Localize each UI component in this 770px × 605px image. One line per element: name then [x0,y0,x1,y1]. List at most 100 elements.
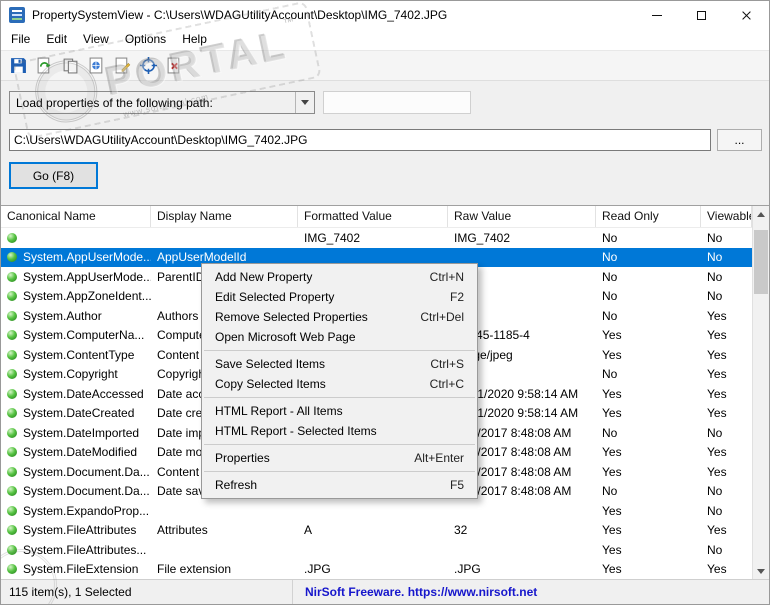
cell-read-only: No [602,367,618,382]
context-menu-item[interactable]: Refresh F5 [202,475,477,495]
target-icon[interactable] [137,55,159,77]
cell-canonical: System.DateModified [1,443,151,463]
menu-item-shortcut: Ctrl+N [429,270,464,284]
table-row[interactable]: System.FileAttributes... Yes No [1,540,752,560]
cell-viewable: No [707,269,723,284]
vertical-scrollbar[interactable] [752,206,769,580]
cell-canonical: System.DateAccessed [1,384,151,404]
save-icon[interactable] [7,55,29,77]
property-dot-icon [7,252,17,263]
column-header-raw-value[interactable]: Raw Value [448,206,596,227]
context-menu-item[interactable]: Add New Property Ctrl+N [202,267,477,287]
context-menu-item[interactable]: HTML Report - All Items [202,401,477,421]
menu-options[interactable]: Options [117,29,174,50]
table-row[interactable]: System.FileAttributes Attributes A 32 Yes Yes [1,521,752,541]
cell-canonical: System.ComputerNa... [1,326,151,346]
cell-text: System.AppUserMode... [23,269,151,284]
cell-text: System.AppUserMode... [23,250,151,265]
html-report-icon[interactable] [85,55,107,77]
cell-text: System.DateCreated [23,406,135,421]
browse-button[interactable]: ... [717,129,762,151]
scrollbar-thumb[interactable] [754,230,768,294]
cell-display: Attributes [157,523,208,538]
cell-canonical: System.ExpandoProp... [1,501,151,521]
property-dot-icon [7,544,17,555]
column-header-read-only[interactable]: Read Only [596,206,701,227]
edit-property-icon[interactable] [111,55,133,77]
cell-read-only: Yes [602,464,622,479]
app-icon [9,7,25,23]
property-dot-icon [7,349,17,360]
path-type-combo[interactable]: Load properties of the following path: [9,91,315,114]
minimize-icon [651,14,662,16]
cell-viewable: No [707,289,723,304]
table-row[interactable]: System.FileExtension File extension .JPG .J… [1,560,752,580]
column-header-viewable[interactable]: Viewable [701,206,752,227]
maximize-button[interactable] [679,1,724,29]
context-menu-item[interactable]: HTML Report - Selected Items [202,421,477,441]
cell-read-only: Yes [602,523,622,538]
combo-selected-text: Load properties of the following path: [16,95,213,110]
close-button[interactable] [724,1,769,29]
property-dot-icon [7,486,17,497]
property-dot-icon [7,466,17,477]
title-bar: PropertySystemView - C:\Users\WDAGUtilit… [1,1,769,29]
property-dot-icon [7,310,17,321]
menu-item-shortcut: Ctrl+S [430,357,464,371]
context-menu-item[interactable]: Edit Selected Property F2 [202,287,477,307]
scroll-down-icon[interactable] [753,563,769,580]
cell-text: System.Document.Da... [23,484,150,499]
cell-canonical: System.Document.Da... [1,482,151,502]
table-row[interactable]: System.ExpandoProp... Yes No [1,501,752,521]
cell-read-only: No [602,289,618,304]
menu-separator [204,471,475,472]
remove-icon[interactable] [163,55,185,77]
cell-viewable: Yes [707,347,727,362]
context-menu-item[interactable]: Open Microsoft Web Page [202,327,477,347]
cell-canonical: System.Copyright [1,365,151,385]
cell-canonical: System.Author [1,306,151,326]
cell-text: System.FileAttributes [23,523,137,538]
context-menu-item[interactable]: Save Selected Items Ctrl+S [202,354,477,374]
menu-view[interactable]: View [75,29,117,50]
menu-edit[interactable]: Edit [38,29,75,50]
cell-text: System.AppZoneIdent... [23,289,151,304]
table-header: Canonical Name Display Name Formatted Valu… [1,206,752,228]
menu-help[interactable]: Help [174,29,215,50]
cell-read-only: No [602,308,618,323]
copy-icon[interactable] [59,55,81,77]
column-header-display-name[interactable]: Display Name [151,206,298,227]
menu-file[interactable]: File [3,29,38,50]
cell-canonical: System.DateCreated [1,404,151,424]
cell-text: System.DateAccessed [23,386,144,401]
cell-read-only: Yes [602,386,622,401]
scroll-up-icon[interactable] [753,206,769,223]
context-menu-item[interactable]: Properties Alt+Enter [202,448,477,468]
cell-canonical: System.Document.Da... [1,462,151,482]
context-menu-item[interactable]: Copy Selected Items Ctrl+C [202,374,477,394]
menu-item-label: Add New Property [215,270,313,284]
context-menu-item[interactable]: Remove Selected Properties Ctrl+Del [202,307,477,327]
cell-raw: .JPG [454,562,481,577]
go-button[interactable]: Go (F8) [9,162,98,189]
cell-formatted: A [304,523,313,538]
cell-canonical [1,228,151,248]
column-header-formatted-value[interactable]: Formatted Value [298,206,448,227]
menu-item-shortcut: Ctrl+C [429,377,464,391]
cell-text: System.FileAttributes... [23,542,147,557]
minimize-button[interactable] [634,1,679,29]
cell-display [151,501,298,521]
app-window: PropertySystemView - C:\Users\WDAGUtilit… [0,0,770,605]
refresh-icon[interactable] [33,55,55,77]
cell-display [151,228,298,248]
column-header-canonical-name[interactable]: Canonical Name [1,206,151,227]
cell-formatted [298,501,448,521]
menu-item-label: HTML Report - All Items [215,404,343,418]
secondary-input[interactable] [323,91,471,114]
property-dot-icon [7,232,17,243]
chevron-down-icon[interactable] [295,92,314,113]
path-input[interactable] [9,129,711,151]
property-dot-icon [7,427,17,438]
table-row[interactable]: IMG_7402 IMG_7402 No No [1,228,752,248]
nirsoft-link[interactable]: NirSoft Freeware. https://www.nirsoft.ne… [293,585,537,599]
